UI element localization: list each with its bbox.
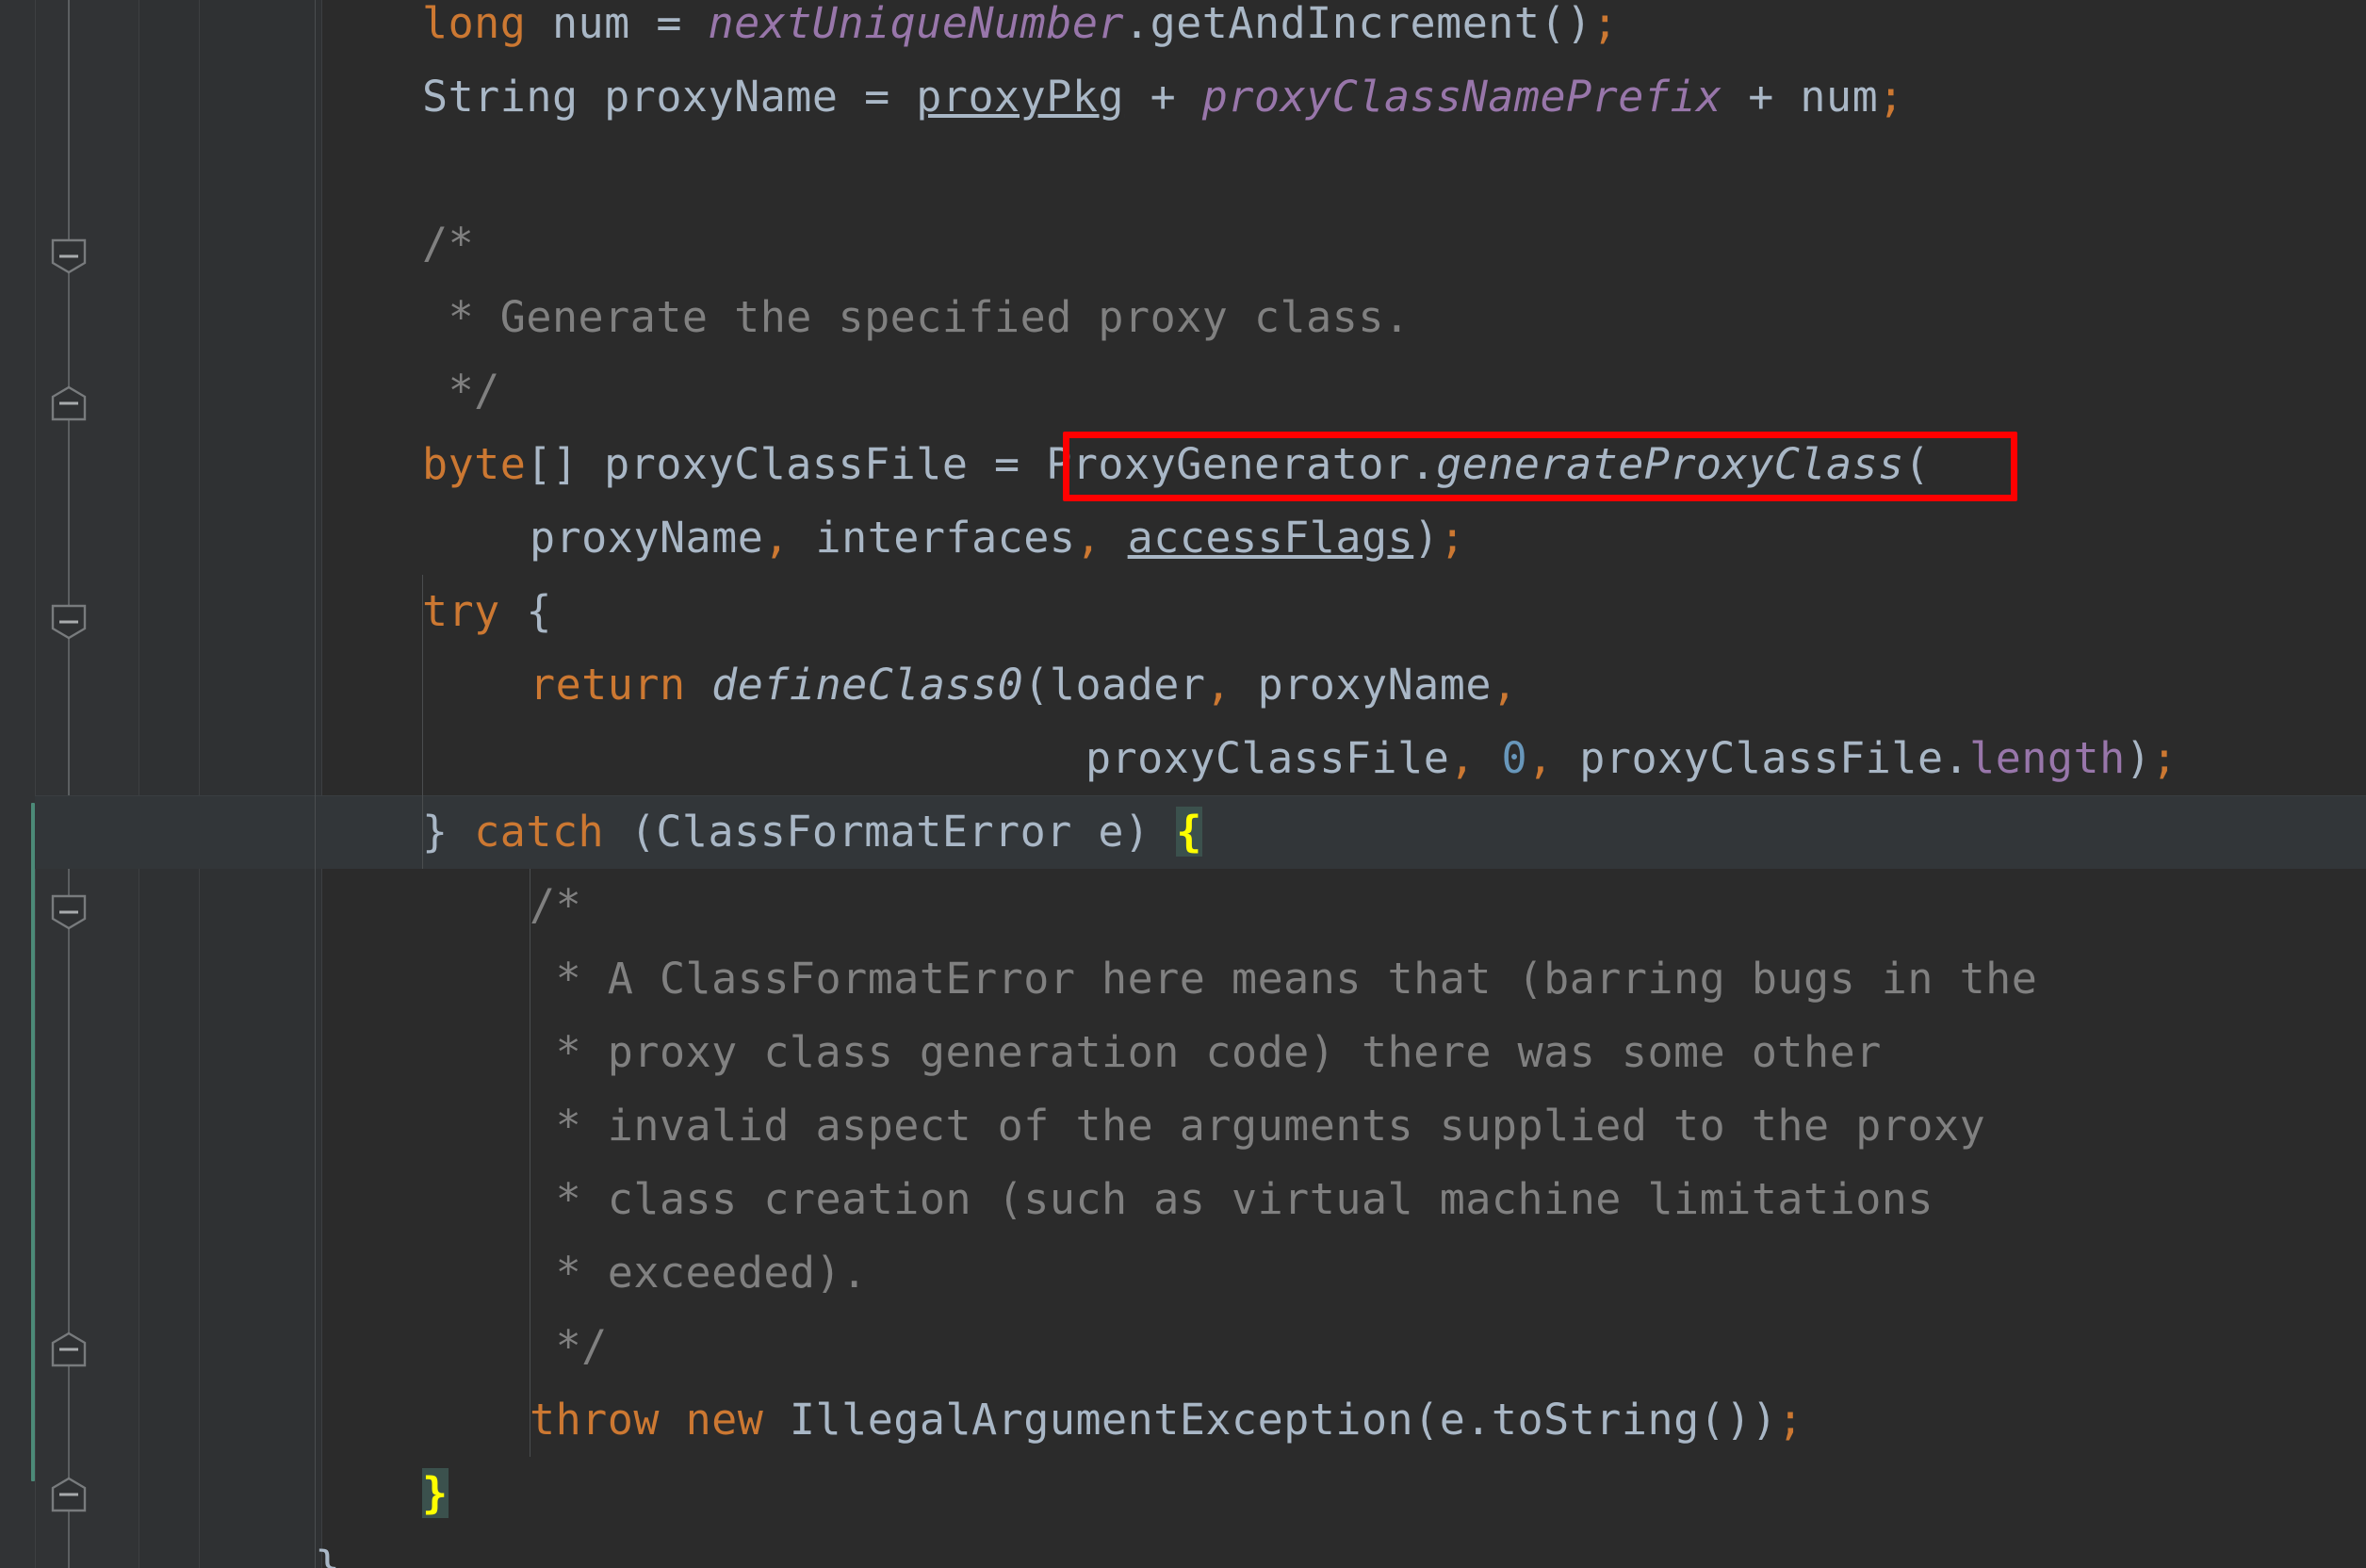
code-line[interactable]: return defineClass0(loader, proxyName,	[0, 648, 2366, 722]
code-token-static: proxyPkg	[916, 72, 1125, 122]
code-token-kw: throw	[530, 1395, 660, 1445]
code-line[interactable]: * exceeded).	[0, 1236, 2366, 1310]
code-line[interactable]: */	[0, 1310, 2366, 1383]
code-token-static: accessFlags	[1127, 513, 1414, 563]
code-token-method: defineClass0	[711, 660, 1024, 710]
code-token-brace: }	[422, 1468, 449, 1518]
code-token-op: ,	[763, 513, 790, 563]
code-token-plain: proxyName	[530, 513, 764, 563]
code-line[interactable]: }	[0, 1530, 2366, 1568]
code-token-num: 0	[1501, 733, 1528, 783]
code-line[interactable]: */	[0, 354, 2366, 428]
code-editor-viewport: long num = nextUniqueNumber.getAndIncrem…	[0, 0, 2366, 1568]
code-token-fieldp: length	[1969, 733, 2126, 783]
code-line[interactable]: try {	[0, 575, 2366, 648]
code-token-op: ,	[1491, 660, 1518, 710]
code-line[interactable]: * proxy class generation code) there was…	[0, 1016, 2366, 1089]
code-token-comment: * A ClassFormatError here means that (ba…	[530, 954, 2038, 1004]
code-line[interactable]: String proxyName = proxyPkg + proxyClass…	[0, 60, 2366, 134]
code-token-comment: * Generate the specified proxy class.	[422, 292, 1411, 342]
code-token-field: nextUniqueNumber	[708, 0, 1125, 48]
code-token-kw: new	[685, 1395, 764, 1445]
code-token-plain: )	[2125, 733, 2152, 783]
code-token-plain: [] proxyClassFile	[526, 439, 995, 489]
code-token-comment: */	[530, 1321, 608, 1371]
code-line[interactable]: long num = nextUniqueNumber.getAndIncrem…	[0, 0, 2366, 60]
code-token-kw: return	[530, 660, 686, 710]
code-token-field: proxyClassNamePrefix	[1201, 72, 1722, 122]
code-token-plain: interfaces	[789, 513, 1076, 563]
code-line[interactable]: byte[] proxyClassFile = ProxyGenerator.g…	[0, 428, 2366, 501]
code-token-method: generateProxyClass	[1436, 439, 1904, 489]
code-token-kw: try	[422, 586, 500, 636]
code-line[interactable]: proxyName, interfaces, accessFlags);	[0, 501, 2366, 575]
code-line[interactable]: * A ClassFormatError here means that (ba…	[0, 942, 2366, 1016]
code-token-comment: /*	[530, 880, 582, 930]
code-token-plain: )	[1413, 513, 1440, 563]
indent-guide	[315, 0, 316, 1568]
code-token-plain: IllegalArgumentException(e.toString())	[763, 1395, 1778, 1445]
code-token-comment: * proxy class generation code) there was…	[530, 1027, 1882, 1077]
code-token-plain: +	[1124, 72, 1202, 122]
code-token-plain: proxyClassFile.	[1553, 733, 1970, 783]
code-line[interactable]: /*	[0, 207, 2366, 281]
code-line[interactable]: * invalid aspect of the arguments suppli…	[0, 1089, 2366, 1163]
code-line[interactable]: } catch (ClassFormatError e) {	[0, 795, 2366, 869]
code-line[interactable]: throw new IllegalArgumentException(e.toS…	[0, 1383, 2366, 1457]
code-token-plain: (ClassFormatError e)	[604, 807, 1177, 857]
code-token-plain: .getAndIncrement()	[1124, 0, 1592, 48]
code-token-plain: =	[994, 439, 1020, 489]
code-token-comment: /*	[422, 219, 475, 269]
code-token-plain: }	[315, 1542, 341, 1568]
code-line[interactable]: * Generate the specified proxy class.	[0, 281, 2366, 354]
code-token-op: ;	[2151, 733, 2178, 783]
code-token-op: ;	[1878, 72, 1904, 122]
code-token-kw: byte	[422, 439, 527, 489]
code-token-plain: =	[864, 72, 890, 122]
code-token-comment: * class creation (such as virtual machin…	[530, 1174, 1934, 1224]
code-token-comment: * exceeded).	[530, 1248, 868, 1298]
code-token-op: ,	[1205, 660, 1232, 710]
code-token-plain: + num	[1721, 72, 1879, 122]
code-token-kw: catch	[474, 807, 605, 857]
code-line[interactable]: /*	[0, 869, 2366, 942]
code-token-plain: (loader	[1023, 660, 1206, 710]
indent-guide	[422, 575, 423, 869]
code-token-plain: =	[656, 0, 682, 48]
code-line[interactable]	[0, 134, 2366, 207]
code-token-kw: long	[422, 0, 527, 48]
code-token-plain: proxyName	[1232, 660, 1492, 710]
code-token-comment: */	[422, 366, 500, 416]
code-token-op: ;	[1439, 513, 1466, 563]
code-token-op: ,	[1075, 513, 1102, 563]
code-token-comment: * invalid aspect of the arguments suppli…	[530, 1101, 1986, 1151]
code-token-plain: num	[526, 0, 657, 48]
code-token-plain: {	[499, 586, 552, 636]
code-token-plain: proxyClassFile	[1085, 733, 1450, 783]
code-token-op: ;	[1591, 0, 1619, 48]
code-token-plain: String proxyName	[422, 72, 865, 122]
code-line[interactable]: * class creation (such as virtual machin…	[0, 1163, 2366, 1236]
code-line[interactable]: proxyClassFile, 0, proxyClassFile.length…	[0, 722, 2366, 795]
code-token-op: ;	[1777, 1395, 1804, 1445]
code-line[interactable]: }	[0, 1457, 2366, 1530]
code-text-area[interactable]: long num = nextUniqueNumber.getAndIncrem…	[0, 0, 2366, 1568]
code-token-plain: (	[1903, 439, 1931, 489]
code-token-op: ,	[1449, 733, 1476, 783]
code-token-brace: {	[1176, 807, 1202, 857]
code-token-plain: ProxyGenerator.	[1020, 439, 1437, 489]
code-token-plain: }	[422, 807, 475, 857]
code-token-op: ,	[1527, 733, 1554, 783]
